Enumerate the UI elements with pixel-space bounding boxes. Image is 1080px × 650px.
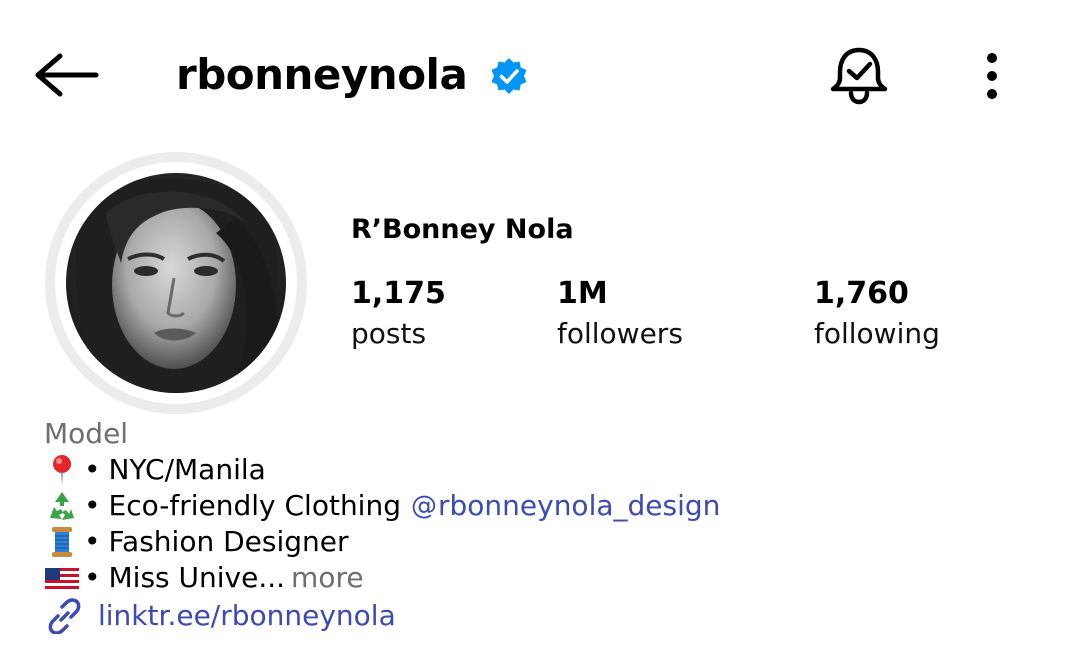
bio-bullet: • — [84, 453, 101, 486]
notifications-bell-icon[interactable] — [826, 45, 892, 107]
us-flag-icon — [44, 560, 80, 596]
followers-label: followers — [557, 317, 683, 350]
bio-bullet: • — [84, 525, 101, 558]
bio-link-text[interactable]: linktr.ee/rbonneynola — [98, 598, 396, 634]
link-icon — [44, 598, 81, 635]
bio-location-text: NYC/Manila — [108, 453, 266, 486]
threads-at-icon: @ — [410, 491, 437, 521]
bio-line: • NYC/Manila — [44, 452, 720, 488]
bio-truncated-text: Miss Unive... — [108, 561, 286, 594]
posts-label: posts — [351, 317, 427, 350]
bio-external-link[interactable]: linktr.ee/rbonneynola — [44, 598, 720, 635]
profile-header: rbonneynola — [0, 0, 1080, 150]
profile-username: rbonneynola — [176, 50, 468, 99]
bio-mention-text: rbonneynola_design — [437, 489, 721, 522]
verified-badge-icon — [489, 56, 529, 96]
bio-line: • Fashion Designer — [44, 524, 720, 560]
following-count: 1,760 — [814, 276, 909, 311]
profile-avatar[interactable] — [66, 173, 286, 393]
recycle-icon — [44, 488, 80, 524]
bio-mention-link[interactable]: @ rbonneynola_design — [411, 488, 720, 524]
profile-category: Model — [44, 417, 129, 450]
back-arrow-icon[interactable] — [30, 50, 102, 100]
bio-clothing-text: Eco-friendly Clothing — [108, 489, 401, 522]
followers-stat[interactable]: 1M followers — [557, 274, 683, 354]
followers-count: 1M — [557, 276, 608, 311]
bio-more-button[interactable]: more — [291, 560, 364, 596]
bio-bullet: • — [84, 561, 101, 594]
posts-count: 1,175 — [351, 276, 446, 311]
bio-line: • Eco-friendly Clothing @ rbonneynola_des… — [44, 488, 720, 524]
following-stat[interactable]: 1,760 following — [814, 274, 940, 354]
story-ring[interactable] — [45, 152, 307, 414]
profile-bio: Model • NYC/Manila • Eco-friendly Clothi… — [44, 416, 720, 635]
bio-line: • Miss Unive... more — [44, 560, 720, 596]
posts-stat[interactable]: 1,175 posts — [351, 274, 446, 354]
bio-bullet: • — [84, 489, 101, 522]
more-options-icon[interactable] — [972, 48, 1012, 104]
following-label: following — [814, 317, 940, 350]
spool-of-thread-icon — [44, 524, 80, 560]
round-pushpin-icon — [44, 452, 80, 488]
profile-display-name: R’Bonney Nola — [351, 214, 574, 245]
bio-designer-text: Fashion Designer — [108, 525, 349, 558]
